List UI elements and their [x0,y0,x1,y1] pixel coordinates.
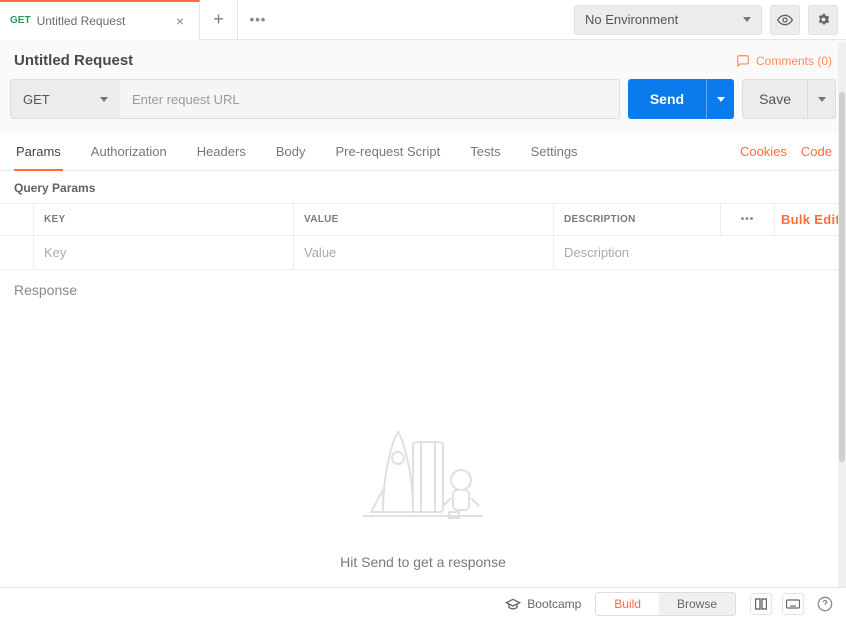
params-header-row: KEY VALUE DESCRIPTION ••• Bulk Edit [0,204,846,236]
tab-params[interactable]: Params [14,134,63,171]
request-title: Untitled Request [14,52,133,69]
chevron-down-icon [743,17,751,22]
request-header: Untitled Request Comments (0) [0,40,846,79]
keyboard-icon [786,598,800,610]
response-empty-text: Hit Send to get a response [340,554,506,570]
tab-prerequest[interactable]: Pre-request Script [333,133,442,170]
table-row [0,236,846,270]
method-select[interactable]: GET [10,79,120,119]
tab-title: Untitled Request [37,14,171,28]
tab-headers[interactable]: Headers [195,133,248,170]
tab-method-badge: GET [10,15,31,26]
tab-tests[interactable]: Tests [468,133,502,170]
tab-settings[interactable]: Settings [529,133,580,170]
chevron-down-icon [717,97,725,102]
param-key-input[interactable] [44,236,293,269]
comments-label: Comments (0) [756,54,832,68]
gear-icon [816,12,831,27]
query-params-label: Query Params [0,171,846,203]
environment-preview-button[interactable] [770,5,800,35]
bulk-edit-link[interactable]: Bulk Edit [781,212,840,227]
request-tab[interactable]: GET Untitled Request × [0,0,200,40]
bootcamp-button[interactable]: Bootcamp [505,596,581,612]
rocket-illustration-icon [353,420,493,530]
code-link[interactable]: Code [801,144,832,159]
col-value-header: VALUE [294,204,554,235]
params-more-button[interactable]: ••• [720,204,774,235]
view-toggle: Build Browse [595,592,736,616]
graduation-cap-icon [505,596,521,612]
tab-bar: GET Untitled Request × + ••• No Environm… [0,0,846,40]
param-desc-input[interactable] [564,236,720,269]
url-input[interactable] [120,79,620,119]
response-empty-state: Hit Send to get a response [0,310,846,570]
tab-body[interactable]: Body [274,133,308,170]
keyboard-shortcuts-button[interactable] [782,593,804,615]
method-label: GET [23,92,50,107]
build-toggle[interactable]: Build [596,593,659,615]
two-pane-button[interactable] [750,593,772,615]
panes-icon [755,598,767,610]
col-key-header: KEY [34,204,294,235]
params-table: KEY VALUE DESCRIPTION ••• Bulk Edit [0,203,846,270]
param-value-input[interactable] [304,236,553,269]
environment-select[interactable]: No Environment [574,5,762,35]
save-dropdown-button[interactable] [808,79,836,119]
browse-toggle[interactable]: Browse [659,593,735,615]
comments-button[interactable]: Comments (0) [736,54,832,68]
eye-icon [777,12,793,28]
add-tab-button[interactable]: + [200,0,238,40]
help-icon [817,596,833,612]
cookies-link[interactable]: Cookies [740,144,787,159]
help-button[interactable] [814,593,836,615]
chevron-down-icon [100,97,108,102]
bottom-bar: Bootcamp Build Browse [0,587,846,619]
scrollbar-track[interactable] [838,42,846,587]
response-label: Response [0,270,846,310]
send-dropdown-button[interactable] [706,79,734,119]
environment-label: No Environment [585,12,678,27]
tab-authorization[interactable]: Authorization [89,133,169,170]
chevron-down-icon [818,97,826,102]
col-desc-header: DESCRIPTION [554,204,720,235]
scrollbar-thumb[interactable] [839,92,845,462]
tab-overflow-button[interactable]: ••• [238,0,278,40]
url-row: GET Send Save [0,79,846,133]
close-icon[interactable]: × [171,13,189,29]
comment-icon [736,54,750,68]
send-button[interactable]: Send [628,79,706,119]
bootcamp-label: Bootcamp [527,597,581,611]
settings-button[interactable] [808,5,838,35]
save-button[interactable]: Save [742,79,808,119]
request-tabs: Params Authorization Headers Body Pre-re… [0,133,846,171]
